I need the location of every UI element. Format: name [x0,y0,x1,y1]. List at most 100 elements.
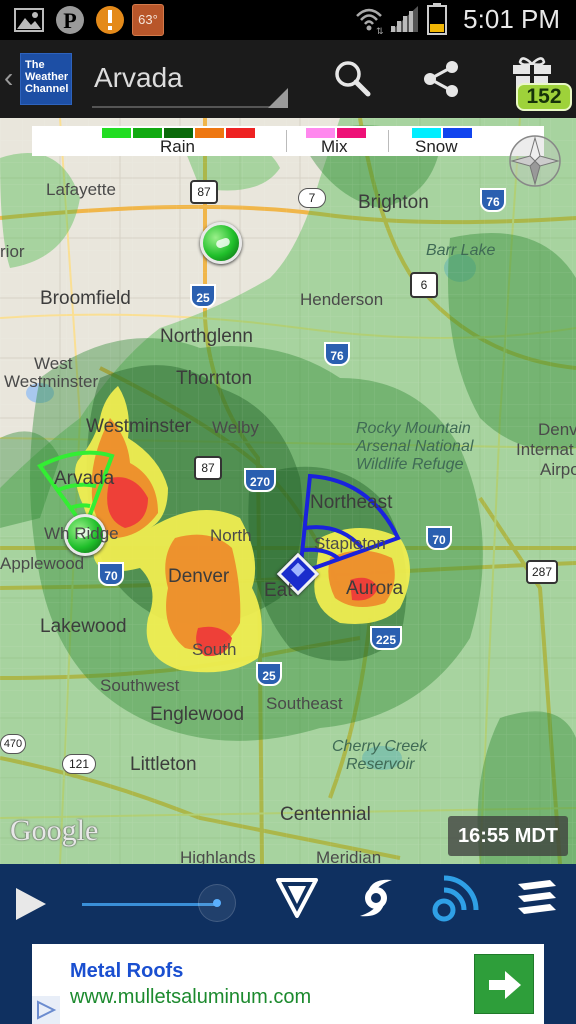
radar-timestamp: 16:55 MDT [448,816,568,856]
place-label: West [34,354,73,373]
us-route-shield: 87 [194,456,222,480]
radar-map[interactable]: Rain Mix Snow Lafayette Brighton Barr La… [0,118,576,864]
place-label: Eat [264,580,293,601]
place-label: Broomfield [40,288,131,309]
place-label: Arvada [54,468,115,489]
screen: P 63° ⇅ 5:01 PM ‹ The Weather Channel Ar… [0,0,576,1024]
gallery-icon [14,8,44,32]
place-label: Littleton [130,754,197,775]
location-name[interactable]: Arvada [94,62,183,94]
place-label: Northglenn [160,326,253,347]
place-label: Highlands [180,848,256,864]
battery-icon [427,3,447,35]
signal-icon [390,6,418,32]
state-route-shield: 7 [298,188,326,208]
interstate-shield: 76 [324,342,350,366]
place-label: Aurora [346,578,404,599]
logo-line-3: Channel [25,83,69,95]
signal-waves-icon[interactable] [432,874,480,922]
interstate-shield: 225 [370,626,402,650]
location-dropdown-indicator[interactable] [268,88,288,108]
place-label: Wh Ridge [44,524,119,543]
place-label: Denver [168,566,230,587]
place-label: Barr Lake [426,242,496,259]
pinterest-icon: P [56,6,84,34]
place-label: Centennial [280,804,371,825]
twc-logo[interactable]: The Weather Channel [20,53,72,105]
place-label: Reservoir [346,756,415,773]
interstate-shield: 70 [426,526,452,550]
place-label: South [192,640,237,659]
us-route-shield: 6 [410,272,438,298]
legend-rain-swatch-4 [195,128,224,138]
ad-banner[interactable]: Metal Roofs www.mulletsaluminum.com [32,944,544,1024]
place-label: Englewood [150,704,245,725]
interstate-shield: 270 [244,468,276,492]
interstate-shield: 25 [190,284,216,308]
place-label: Stapleton [314,534,386,553]
place-label: Westminster [86,416,192,437]
map-controls-bar [0,864,576,944]
place-label: Cherry Creek [332,738,428,755]
status-time: 5:01 PM [463,4,560,34]
temperature-badge: 63° [132,4,164,36]
play-icon[interactable] [12,886,48,922]
ad-arrow-button[interactable] [474,954,534,1014]
alert-icon [96,6,124,34]
arrow-right-icon [489,971,521,999]
precip-legend: Rain Mix Snow [32,126,544,156]
place-label: Internat [516,440,574,459]
adchoices-icon[interactable] [32,996,60,1024]
search-icon[interactable] [332,58,372,98]
legend-rain-swatch-1 [102,128,131,138]
interstate-shield: 70 [98,562,124,586]
place-label: Rocky Mountain [356,420,471,437]
svg-text:P: P [63,8,76,33]
ad-url[interactable]: www.mulletsaluminum.com [70,986,311,1009]
location-underline [92,106,288,108]
place-label: Henderson [300,290,384,309]
legend-rain-swatch-5 [226,128,255,138]
share-icon[interactable] [420,58,462,100]
place-label: Meridian [316,848,382,864]
us-route-shield: 87 [190,180,218,204]
legend-separator [286,130,287,152]
place-label: North [210,526,252,545]
us-route-shield: 287 [526,560,558,584]
place-label: Brighton [358,192,429,213]
ad-title[interactable]: Metal Roofs [70,960,183,983]
map-base [0,118,576,864]
radar-filter-icon[interactable] [276,878,318,918]
legend-snow-label: Snow [415,137,458,156]
interstate-shield: 25 [256,662,282,686]
place-label: Thornton [176,368,253,389]
place-label: Wildlife Refuge [356,456,464,473]
state-route-shield: 470 [0,734,26,754]
back-chevron-icon[interactable]: ‹ [4,62,13,94]
place-label: Denv [538,420,576,439]
status-bar: P 63° ⇅ 5:01 PM [0,0,576,40]
google-attribution: Google [10,814,99,847]
legend-rain-swatch-2 [133,128,162,138]
hurricane-icon[interactable] [354,876,398,920]
ad-container: Metal Roofs www.mulletsaluminum.com [0,944,576,1024]
compass-icon[interactable] [508,134,562,188]
place-label: Northeast [310,492,393,513]
place-label: Applewood [0,554,85,573]
place-label: Westminster [4,372,99,391]
place-label: Welby [212,418,259,437]
logo-line-2: Weather [25,71,69,83]
place-label: Arsenal National [356,438,474,455]
legend-separator [388,130,389,152]
gift-count-badge[interactable]: 152 [516,83,572,111]
place-label: Lakewood [40,616,127,637]
place-label: rior [0,242,25,261]
place-label: Southeast [266,694,343,713]
interstate-shield: 76 [480,188,506,212]
storm-marker-north[interactable] [200,222,242,264]
wifi-icon: ⇅ [356,8,384,34]
place-label: Lafayette [46,180,116,199]
app-bar: ‹ The Weather Channel Arvada [0,40,576,118]
layers-icon[interactable] [514,878,558,920]
legend-mix-label: Mix [321,137,348,156]
